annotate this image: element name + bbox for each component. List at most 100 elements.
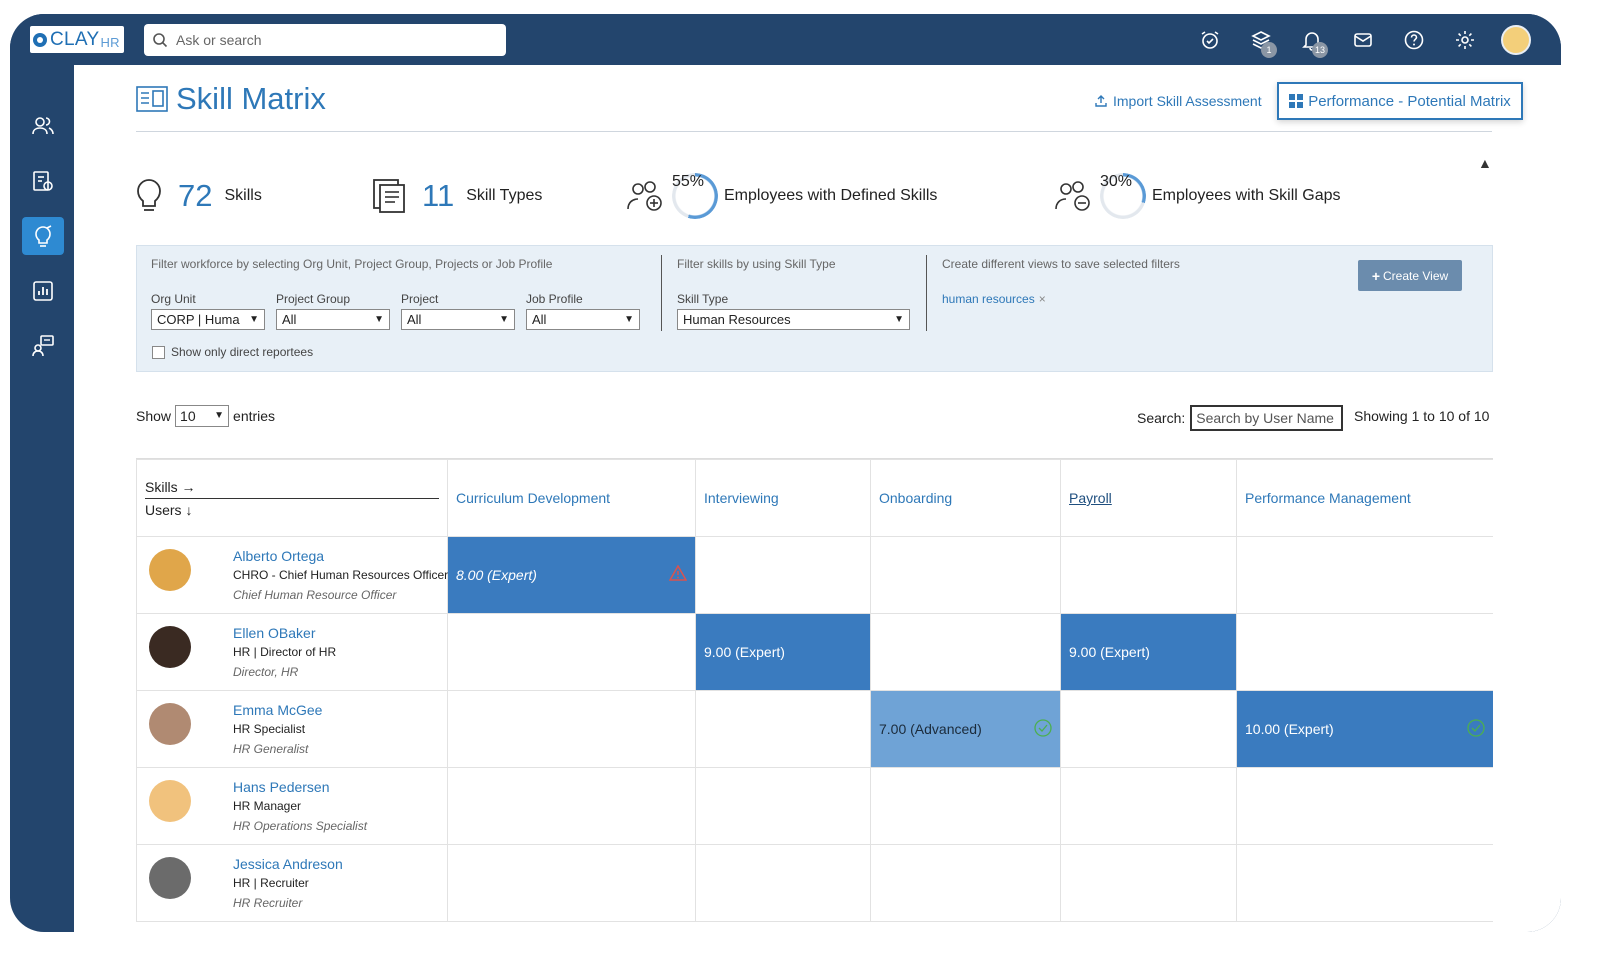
skill-types-label: Skill Types <box>466 187 543 204</box>
skill-score-cell[interactable]: 10.00 (Expert) <box>1236 690 1493 768</box>
sidebar-item-org[interactable] <box>22 327 64 365</box>
stat-skills: 72 Skills <box>136 169 262 223</box>
defined-pct: 55% <box>672 173 705 190</box>
user-cell: Emma McGee HR Specialist HR Generalist <box>136 690 448 768</box>
user-name-link[interactable]: Emma McGee <box>233 701 322 719</box>
skill-score-cell <box>1236 536 1493 614</box>
direct-reportees-checkbox[interactable]: Show only direct reportees <box>152 345 313 359</box>
skill-score-cell[interactable]: 8.00 (Expert) <box>447 536 696 614</box>
skill-header-label: Interviewing <box>704 490 779 506</box>
org-unit-value: CORP | Huma <box>157 312 240 327</box>
skill-score-cell[interactable]: 9.00 (Expert) <box>695 613 871 691</box>
sidebar-item-compensation[interactable] <box>22 162 64 200</box>
user-avatar[interactable] <box>1490 24 1541 56</box>
user-job: HR Manager <box>233 799 302 813</box>
skill-header[interactable]: Payroll <box>1060 459 1237 537</box>
avatar <box>149 780 191 822</box>
skill-score-cell[interactable]: 7.00 (Advanced) <box>870 690 1061 768</box>
saved-view-tag[interactable]: human resources × <box>942 292 1046 306</box>
help-icon[interactable] <box>1388 24 1439 56</box>
skill-header-label: Curriculum Development <box>456 490 611 506</box>
org-unit-select[interactable]: CORP | Huma ▼ <box>151 309 265 330</box>
entries-value: 10 <box>180 408 196 424</box>
user-cell: Hans Pedersen HR Manager HR Operations Spe… <box>136 767 448 845</box>
skill-header-label: Payroll <box>1069 490 1112 506</box>
check-circle-icon <box>1034 719 1052 740</box>
table-search: Search: Search by User Name <box>1137 405 1344 431</box>
user-job: CHRO - Chief Human Resources Officer <box>233 568 449 582</box>
user-title: HR Operations Specialist <box>233 819 368 833</box>
project-group-select[interactable]: All ▼ <box>276 309 390 330</box>
skill-score-cell <box>1060 690 1237 768</box>
top-bar: CLAY HR Ask or search 1 13 <box>10 14 1561 65</box>
skill-score-cell <box>870 844 1061 922</box>
layers-icon[interactable]: 1 <box>1235 24 1286 58</box>
sidebar-item-reports[interactable] <box>22 272 64 310</box>
skill-score: 8.00 (Expert) <box>456 567 537 583</box>
gear-icon[interactable] <box>1439 24 1490 56</box>
skill-score-cell <box>447 613 696 691</box>
user-name-link[interactable]: Alberto Ortega <box>233 547 448 565</box>
bulb-icon <box>137 179 161 211</box>
skill-score-cell <box>447 767 696 845</box>
title-divider <box>136 131 1492 132</box>
user-name-link[interactable]: Jessica Andreson <box>233 855 343 873</box>
skill-score-cell <box>447 690 696 768</box>
skill-score-cell <box>1060 844 1237 922</box>
user-info: Emma McGee HR Specialist HR Generalist <box>233 701 322 759</box>
check-circle-icon <box>1467 719 1485 740</box>
user-title: HR Recruiter <box>233 896 303 910</box>
project-label: Project <box>401 292 439 306</box>
user-search-input[interactable]: Search by User Name <box>1190 405 1344 431</box>
skill-header[interactable]: Onboarding <box>870 459 1061 537</box>
skill-score-cell <box>1236 844 1493 922</box>
header-actions: 1 13 <box>1184 24 1541 58</box>
app-logo[interactable]: CLAY HR <box>30 26 124 53</box>
table-row: Alberto Ortega CHRO - Chief Human Resourc… <box>136 536 1493 614</box>
sidebar-item-people[interactable] <box>22 107 64 145</box>
checkbox-box[interactable] <box>152 345 165 359</box>
skill-score-cell <box>695 690 871 768</box>
skill-header[interactable]: Curriculum Development <box>447 459 696 537</box>
warning-icon <box>668 564 688 584</box>
upload-icon <box>1095 95 1107 107</box>
skills-label: Skills <box>224 187 262 204</box>
reports-chart-icon <box>33 281 53 301</box>
table-search-label: Search: <box>1137 410 1186 426</box>
avatar <box>149 857 191 899</box>
direct-reportees-label: Show only direct reportees <box>171 345 314 359</box>
remove-view-close-icon[interactable]: × <box>1039 292 1046 306</box>
user-info: Hans Pedersen HR Manager HR Operations Spe… <box>233 778 367 836</box>
user-name-link[interactable]: Ellen OBaker <box>233 624 336 642</box>
skill-score-cell <box>1236 613 1493 691</box>
stat-skill-gaps: 30% Employees with Skill Gaps <box>1054 169 1341 223</box>
table-row: Jessica Andreson HR | Recruiter HR Recruit… <box>136 844 1493 922</box>
job-profile-label: Job Profile <box>526 292 583 306</box>
bell-icon[interactable]: 13 <box>1286 24 1337 58</box>
skill-header[interactable]: Performance Management <box>1236 459 1493 537</box>
skill-header[interactable]: Interviewing <box>695 459 871 537</box>
skill-matrix-table: Skills → Users ↓ Curriculum Development … <box>136 458 1493 932</box>
skill-score: 10.00 (Expert) <box>1245 721 1334 737</box>
skills-bulb-icon <box>35 225 52 247</box>
job-profile-select[interactable]: All ▼ <box>526 309 640 330</box>
skill-header-label: Onboarding <box>879 490 953 506</box>
performance-potential-button[interactable]: Performance - Potential Matrix <box>1277 82 1523 120</box>
import-skill-assessment-link[interactable]: Import Skill Assessment <box>1094 93 1262 109</box>
sidebar-item-skills[interactable] <box>22 217 64 255</box>
global-search-input[interactable]: Ask or search <box>144 24 506 56</box>
alarm-clock-icon[interactable] <box>1184 24 1235 56</box>
create-view-button[interactable]: + Create View <box>1358 260 1462 291</box>
user-info: Alberto Ortega CHRO - Chief Human Resourc… <box>233 547 448 605</box>
entries-select[interactable]: 10 ▼ <box>175 405 230 427</box>
user-job: HR | Recruiter <box>233 876 309 890</box>
skill-score-cell[interactable]: 9.00 (Expert) <box>1060 613 1237 691</box>
user-title: Director, HR <box>233 665 299 679</box>
global-search-placeholder: Ask or search <box>176 32 262 48</box>
skill-score-cell <box>447 844 696 922</box>
defined-skills-label: Employees with Defined Skills <box>724 187 938 204</box>
user-name-link[interactable]: Hans Pedersen <box>233 778 367 796</box>
mail-icon[interactable] <box>1337 24 1388 56</box>
skill-type-select[interactable]: Human Resources ▼ <box>677 309 910 330</box>
project-select[interactable]: All ▼ <box>401 309 515 330</box>
